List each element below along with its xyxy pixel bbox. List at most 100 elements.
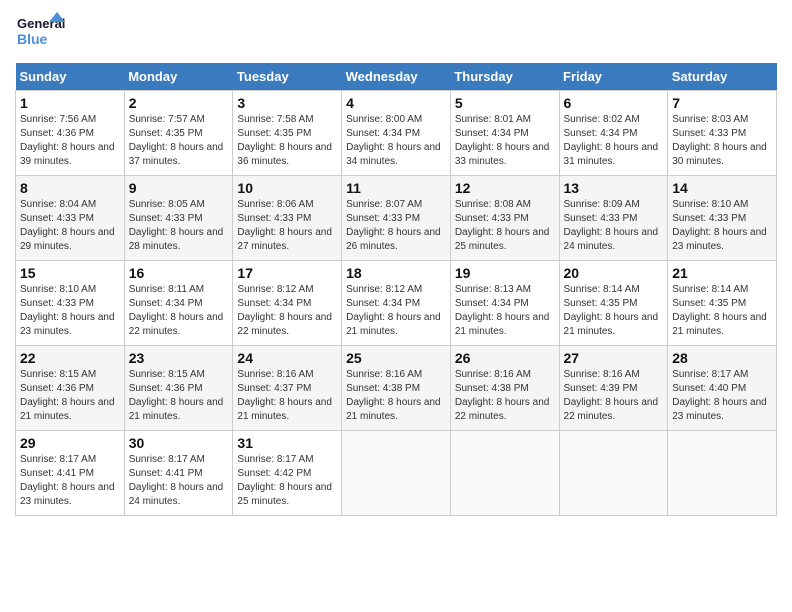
calendar-cell: 10 Sunrise: 8:06 AM Sunset: 4:33 PM Dayl…	[233, 176, 342, 261]
sunset-label: Sunset: 4:40 PM	[672, 383, 746, 394]
sunrise-label: Sunrise: 8:11 AM	[129, 284, 204, 295]
day-number: 18	[346, 265, 446, 281]
sunrise-label: Sunrise: 8:08 AM	[455, 199, 531, 210]
cell-content: Sunrise: 8:16 AM Sunset: 4:39 PM Dayligh…	[564, 368, 664, 424]
cell-content: Sunrise: 7:58 AM Sunset: 4:35 PM Dayligh…	[237, 113, 337, 169]
day-number: 5	[455, 95, 555, 111]
sunrise-label: Sunrise: 8:04 AM	[20, 199, 96, 210]
calendar-cell: 6 Sunrise: 8:02 AM Sunset: 4:34 PM Dayli…	[559, 91, 668, 176]
day-number: 26	[455, 350, 555, 366]
sunset-label: Sunset: 4:35 PM	[237, 128, 311, 139]
day-number: 24	[237, 350, 337, 366]
daylight-label: Daylight: 8 hours and 22 minutes.	[129, 312, 224, 337]
week-row-2: 8 Sunrise: 8:04 AM Sunset: 4:33 PM Dayli…	[16, 176, 777, 261]
daylight-label: Daylight: 8 hours and 23 minutes.	[672, 227, 767, 252]
cell-content: Sunrise: 8:17 AM Sunset: 4:41 PM Dayligh…	[129, 453, 229, 509]
daylight-label: Daylight: 8 hours and 39 minutes.	[20, 142, 115, 167]
calendar-table: SundayMondayTuesdayWednesdayThursdayFrid…	[15, 63, 777, 516]
sunset-label: Sunset: 4:33 PM	[237, 213, 311, 224]
day-number: 6	[564, 95, 664, 111]
sunset-label: Sunset: 4:41 PM	[20, 468, 94, 479]
calendar-cell: 21 Sunrise: 8:14 AM Sunset: 4:35 PM Dayl…	[668, 261, 777, 346]
week-row-5: 29 Sunrise: 8:17 AM Sunset: 4:41 PM Dayl…	[16, 431, 777, 516]
cell-content: Sunrise: 8:17 AM Sunset: 4:42 PM Dayligh…	[237, 453, 337, 509]
calendar-cell: 25 Sunrise: 8:16 AM Sunset: 4:38 PM Dayl…	[342, 346, 451, 431]
calendar-cell: 9 Sunrise: 8:05 AM Sunset: 4:33 PM Dayli…	[124, 176, 233, 261]
cell-content: Sunrise: 8:15 AM Sunset: 4:36 PM Dayligh…	[20, 368, 120, 424]
cell-content: Sunrise: 8:06 AM Sunset: 4:33 PM Dayligh…	[237, 198, 337, 254]
daylight-label: Daylight: 8 hours and 23 minutes.	[672, 397, 767, 422]
sunset-label: Sunset: 4:38 PM	[346, 383, 420, 394]
cell-content: Sunrise: 8:07 AM Sunset: 4:33 PM Dayligh…	[346, 198, 446, 254]
col-header-tuesday: Tuesday	[233, 63, 342, 91]
calendar-cell	[342, 431, 451, 516]
cell-content: Sunrise: 8:08 AM Sunset: 4:33 PM Dayligh…	[455, 198, 555, 254]
calendar-cell	[559, 431, 668, 516]
cell-content: Sunrise: 8:00 AM Sunset: 4:34 PM Dayligh…	[346, 113, 446, 169]
sunrise-label: Sunrise: 8:10 AM	[672, 199, 748, 210]
sunset-label: Sunset: 4:42 PM	[237, 468, 311, 479]
sunrise-label: Sunrise: 8:15 AM	[20, 369, 96, 380]
cell-content: Sunrise: 8:13 AM Sunset: 4:34 PM Dayligh…	[455, 283, 555, 339]
col-header-saturday: Saturday	[668, 63, 777, 91]
calendar-cell: 22 Sunrise: 8:15 AM Sunset: 4:36 PM Dayl…	[16, 346, 125, 431]
daylight-label: Daylight: 8 hours and 24 minutes.	[129, 482, 224, 507]
sunrise-label: Sunrise: 8:12 AM	[346, 284, 422, 295]
daylight-label: Daylight: 8 hours and 31 minutes.	[564, 142, 659, 167]
header-row: SundayMondayTuesdayWednesdayThursdayFrid…	[16, 63, 777, 91]
calendar-cell: 5 Sunrise: 8:01 AM Sunset: 4:34 PM Dayli…	[450, 91, 559, 176]
sunset-label: Sunset: 4:34 PM	[455, 128, 529, 139]
sunset-label: Sunset: 4:36 PM	[20, 128, 94, 139]
day-number: 9	[129, 180, 229, 196]
sunrise-label: Sunrise: 8:14 AM	[564, 284, 640, 295]
daylight-label: Daylight: 8 hours and 22 minutes.	[237, 312, 332, 337]
daylight-label: Daylight: 8 hours and 36 minutes.	[237, 142, 332, 167]
sunset-label: Sunset: 4:41 PM	[129, 468, 203, 479]
cell-content: Sunrise: 8:17 AM Sunset: 4:41 PM Dayligh…	[20, 453, 120, 509]
calendar-cell: 24 Sunrise: 8:16 AM Sunset: 4:37 PM Dayl…	[233, 346, 342, 431]
cell-content: Sunrise: 8:15 AM Sunset: 4:36 PM Dayligh…	[129, 368, 229, 424]
col-header-wednesday: Wednesday	[342, 63, 451, 91]
day-number: 16	[129, 265, 229, 281]
daylight-label: Daylight: 8 hours and 37 minutes.	[129, 142, 224, 167]
calendar-cell: 26 Sunrise: 8:16 AM Sunset: 4:38 PM Dayl…	[450, 346, 559, 431]
week-row-1: 1 Sunrise: 7:56 AM Sunset: 4:36 PM Dayli…	[16, 91, 777, 176]
daylight-label: Daylight: 8 hours and 25 minutes.	[237, 482, 332, 507]
sunset-label: Sunset: 4:33 PM	[564, 213, 638, 224]
sunset-label: Sunset: 4:36 PM	[129, 383, 203, 394]
daylight-label: Daylight: 8 hours and 24 minutes.	[564, 227, 659, 252]
day-number: 17	[237, 265, 337, 281]
day-number: 29	[20, 435, 120, 451]
sunrise-label: Sunrise: 8:01 AM	[455, 114, 531, 125]
daylight-label: Daylight: 8 hours and 21 minutes.	[346, 312, 441, 337]
calendar-cell: 14 Sunrise: 8:10 AM Sunset: 4:33 PM Dayl…	[668, 176, 777, 261]
daylight-label: Daylight: 8 hours and 21 minutes.	[346, 397, 441, 422]
sunrise-label: Sunrise: 8:17 AM	[237, 454, 313, 465]
day-number: 3	[237, 95, 337, 111]
sunrise-label: Sunrise: 7:57 AM	[129, 114, 205, 125]
day-number: 2	[129, 95, 229, 111]
daylight-label: Daylight: 8 hours and 34 minutes.	[346, 142, 441, 167]
day-number: 28	[672, 350, 772, 366]
daylight-label: Daylight: 8 hours and 21 minutes.	[672, 312, 767, 337]
cell-content: Sunrise: 8:16 AM Sunset: 4:38 PM Dayligh…	[455, 368, 555, 424]
sunrise-label: Sunrise: 8:17 AM	[129, 454, 205, 465]
cell-content: Sunrise: 8:03 AM Sunset: 4:33 PM Dayligh…	[672, 113, 772, 169]
day-number: 12	[455, 180, 555, 196]
day-number: 15	[20, 265, 120, 281]
calendar-cell: 15 Sunrise: 8:10 AM Sunset: 4:33 PM Dayl…	[16, 261, 125, 346]
week-row-3: 15 Sunrise: 8:10 AM Sunset: 4:33 PM Dayl…	[16, 261, 777, 346]
sunset-label: Sunset: 4:34 PM	[237, 298, 311, 309]
daylight-label: Daylight: 8 hours and 29 minutes.	[20, 227, 115, 252]
day-number: 1	[20, 95, 120, 111]
sunrise-label: Sunrise: 8:02 AM	[564, 114, 640, 125]
day-number: 13	[564, 180, 664, 196]
calendar-cell: 3 Sunrise: 7:58 AM Sunset: 4:35 PM Dayli…	[233, 91, 342, 176]
sunrise-label: Sunrise: 8:10 AM	[20, 284, 96, 295]
day-number: 21	[672, 265, 772, 281]
calendar-cell: 8 Sunrise: 8:04 AM Sunset: 4:33 PM Dayli…	[16, 176, 125, 261]
calendar-cell: 20 Sunrise: 8:14 AM Sunset: 4:35 PM Dayl…	[559, 261, 668, 346]
cell-content: Sunrise: 7:57 AM Sunset: 4:35 PM Dayligh…	[129, 113, 229, 169]
sunset-label: Sunset: 4:34 PM	[455, 298, 529, 309]
sunset-label: Sunset: 4:33 PM	[20, 213, 94, 224]
